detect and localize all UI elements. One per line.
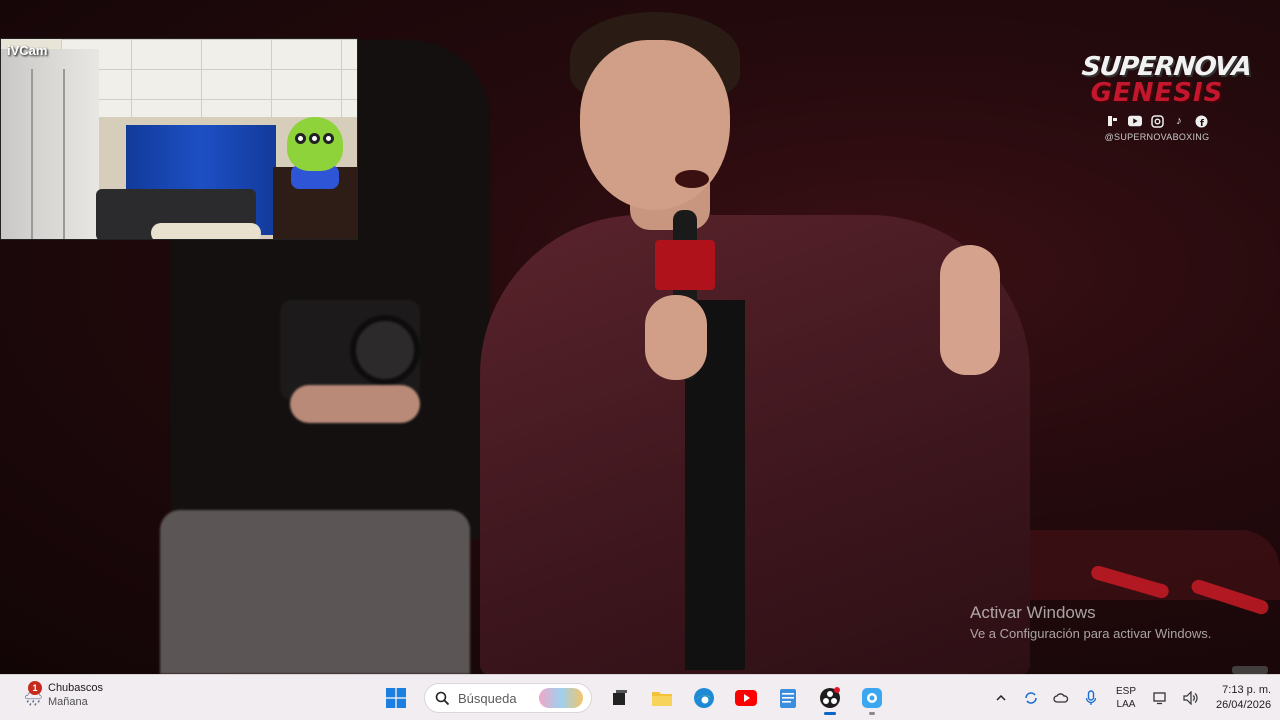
weather-widget[interactable]: 🌧 1 Chubascos Mañana bbox=[18, 681, 104, 708]
tiktok-icon: ♪ bbox=[1176, 115, 1182, 127]
language-code: ESP bbox=[1116, 686, 1137, 697]
brand-handle: @SUPERNOVABOXING bbox=[1104, 132, 1210, 142]
search-icon bbox=[435, 691, 450, 705]
microphone-button[interactable] bbox=[1076, 683, 1106, 713]
speaker-icon bbox=[1183, 691, 1198, 705]
ivcam-label: iVCam bbox=[7, 43, 48, 58]
search-highlight-icon bbox=[539, 688, 583, 708]
desktop-screen: SUPERNOVA GENESIS ♪ f @SUPERNOVABOXING A… bbox=[0, 0, 1280, 720]
cloud-icon bbox=[1053, 693, 1069, 703]
file-explorer-icon bbox=[652, 692, 672, 706]
alien-toy bbox=[287, 117, 343, 171]
microphone-icon bbox=[1085, 690, 1097, 705]
clock-date: 26/04/2026 bbox=[1216, 699, 1272, 711]
notification-badge: 1 bbox=[28, 681, 42, 695]
task-view-button[interactable] bbox=[602, 680, 638, 716]
speaker-figure bbox=[470, 0, 1040, 674]
youtube-app-button[interactable] bbox=[728, 680, 764, 716]
activate-windows-watermark: Activar Windows Ve a Configuración para … bbox=[970, 603, 1211, 641]
peace-sign-hand bbox=[940, 245, 1000, 375]
ivcam-app-icon bbox=[862, 688, 882, 708]
chevron-up-icon bbox=[996, 695, 1006, 701]
network-button[interactable] bbox=[1146, 683, 1176, 713]
clock-button[interactable]: 7:13 p. m. 26/04/2026 bbox=[1206, 683, 1280, 713]
activate-title: Activar Windows bbox=[970, 603, 1096, 622]
network-icon bbox=[1153, 692, 1166, 705]
taskbar: 🌧 1 Chubascos Mañana Búsqueda ESP LAA 7:… bbox=[0, 674, 1280, 720]
supernova-logo: SUPERNOVA GENESIS ♪ f @SUPERNOVABOXING bbox=[1080, 52, 1253, 142]
kick-icon bbox=[1106, 114, 1120, 128]
sync-button[interactable] bbox=[1016, 683, 1046, 713]
ivcam-app-button[interactable] bbox=[854, 680, 890, 716]
weather-forecast-day: Mañana bbox=[48, 696, 88, 708]
brand-title: SUPERNOVA bbox=[1080, 52, 1253, 82]
social-icons: ♪ f bbox=[1082, 114, 1232, 128]
youtube-app-icon bbox=[735, 690, 757, 706]
instagram-icon bbox=[1150, 114, 1164, 128]
corner-logo bbox=[1232, 666, 1268, 674]
facebook-icon: f bbox=[1194, 114, 1208, 128]
edge-icon bbox=[694, 688, 714, 708]
microphone-flag bbox=[655, 240, 715, 290]
obs-icon bbox=[820, 687, 840, 708]
task-view-icon bbox=[613, 690, 627, 705]
keyboard-layout: LAA bbox=[1116, 699, 1136, 710]
activate-subtitle: Ve a Configuración para activar Windows. bbox=[970, 626, 1212, 641]
speaker-face bbox=[580, 40, 730, 210]
file-explorer-button[interactable] bbox=[644, 680, 680, 716]
start-button[interactable] bbox=[378, 680, 414, 716]
taskbar-search-box[interactable]: Búsqueda bbox=[424, 683, 592, 713]
svg-text:f: f bbox=[1200, 119, 1204, 128]
windows-icon bbox=[386, 688, 406, 708]
notepad-icon bbox=[780, 689, 796, 708]
system-tray: ESP LAA 7:13 p. m. 26/04/2026 bbox=[986, 675, 1280, 720]
ivcam-webcam-overlay[interactable]: iVCam bbox=[0, 38, 358, 240]
taskbar-apps: Búsqueda bbox=[378, 680, 890, 716]
show-hidden-icons-button[interactable] bbox=[986, 683, 1016, 713]
input-language-button[interactable]: ESP LAA bbox=[1106, 685, 1146, 711]
edge-button[interactable] bbox=[686, 680, 722, 716]
sync-icon bbox=[1025, 692, 1037, 704]
weather-condition: Chubascos bbox=[48, 682, 104, 694]
rain-icon: 🌧 1 bbox=[23, 681, 44, 707]
search-placeholder: Búsqueda bbox=[458, 690, 517, 706]
obs-button[interactable] bbox=[812, 680, 848, 716]
brand-subtitle: GENESIS bbox=[1090, 78, 1224, 108]
youtube-icon bbox=[1128, 114, 1142, 128]
wardrobe bbox=[1, 49, 99, 239]
clock-time: 7:13 p. m. bbox=[1222, 684, 1272, 696]
volume-button[interactable] bbox=[1176, 683, 1206, 713]
notepad-button[interactable] bbox=[770, 680, 806, 716]
onedrive-button[interactable] bbox=[1046, 683, 1076, 713]
